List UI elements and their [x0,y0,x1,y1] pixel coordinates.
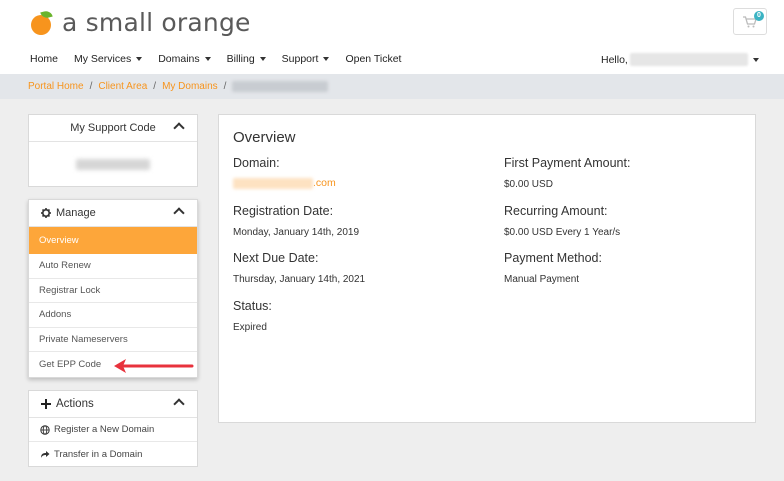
domain-label: Domain: [233,156,280,170]
main-nav: Home My Services Domains Billing Support… [30,53,417,65]
overview-title: Overview [233,129,296,146]
support-code-body [29,142,197,186]
nav-home[interactable]: Home [30,53,58,65]
actions-header[interactable]: Actions [29,391,197,418]
domain-value[interactable]: .com [233,177,336,189]
next-due-date-label: Next Due Date: [233,251,319,265]
caret-down-icon [323,57,330,61]
share-arrow-icon [40,449,50,459]
cart-button[interactable]: 0 [733,8,767,35]
orange-logo-icon [30,9,54,35]
caret-down-icon [136,57,143,61]
plus-icon [41,399,51,409]
nav-domains[interactable]: Domains [158,53,211,65]
breadcrumb: Portal Home / Client Area / My Domains / [0,74,784,99]
breadcrumb-separator: / [89,81,93,92]
action-register-domain[interactable]: Register a New Domain [29,418,197,442]
payment-method-label: Payment Method: [504,251,602,265]
chevron-up-icon[interactable] [173,398,185,410]
recurring-amount-value: $0.00 USD Every 1 Year/s [504,227,621,238]
first-payment-value: $0.00 USD [504,179,553,190]
registration-date-label: Registration Date: [233,204,334,218]
action-transfer-domain[interactable]: Transfer in a Domain [29,442,197,466]
caret-down-icon [259,57,266,61]
redacted-support-code [76,158,150,170]
nav-open-ticket[interactable]: Open Ticket [345,53,401,65]
manage-panel: Manage Overview Auto Renew Registrar Loc… [28,199,198,378]
overview-panel: Overview Domain: .com Registration Date:… [218,114,756,423]
action-transfer-domain-label: Transfer in a Domain [54,448,143,460]
breadcrumb-client-area[interactable]: Client Area [98,81,147,92]
actions-panel: Actions Register a New Domain Transfer i… [28,390,198,467]
first-payment-label: First Payment Amount: [504,156,631,170]
caret-down-icon [204,57,211,61]
support-code-panel: My Support Code [28,114,198,187]
next-due-date-value: Thursday, January 14th, 2021 [233,274,366,285]
domain-suffix: .com [313,177,336,189]
menu-private-nameservers[interactable]: Private Nameservers [29,328,197,352]
breadcrumb-portal-home[interactable]: Portal Home [28,81,84,92]
manage-header[interactable]: Manage [29,200,197,227]
payment-method-value: Manual Payment [504,274,580,285]
status-label: Status: [233,299,272,313]
nav-billing[interactable]: Billing [227,53,266,65]
support-code-header[interactable]: My Support Code [29,115,197,142]
menu-registrar-lock[interactable]: Registrar Lock [29,279,197,303]
action-register-domain-label: Register a New Domain [54,424,155,435]
chevron-up-icon[interactable] [173,207,185,219]
menu-auto-renew[interactable]: Auto Renew [29,254,197,279]
logo[interactable]: a small orange [30,8,251,37]
globe-icon [40,424,50,435]
logo-text: a small orange [62,8,251,37]
cart-count-badge: 0 [754,11,764,21]
actions-title: Actions [56,398,94,410]
menu-addons[interactable]: Addons [29,303,197,328]
breadcrumb-separator: / [223,81,227,92]
nav-support[interactable]: Support [282,53,330,65]
registration-date-value: Monday, January 14th, 2019 [233,227,360,238]
account-menu[interactable]: Hello, [601,53,759,66]
menu-overview[interactable]: Overview [29,227,197,254]
hello-label: Hello, [601,53,628,66]
breadcrumb-my-domains[interactable]: My Domains [162,81,218,92]
caret-down-icon [752,57,759,62]
manage-title: Manage [56,207,96,219]
gear-icon [41,208,51,218]
redacted-username [629,53,748,66]
nav-my-services[interactable]: My Services [74,53,143,65]
support-code-title: My Support Code [70,122,156,134]
recurring-amount-label: Recurring Amount: [504,204,608,218]
red-arrow-annotation [114,359,194,373]
header: a small orange 0 Home My Services Domain… [0,0,784,74]
breadcrumb-separator: / [153,81,157,92]
chevron-up-icon[interactable] [173,122,185,134]
breadcrumb-redacted-domain [232,81,329,92]
redacted-domain-name [233,177,313,189]
status-value: Expired [233,322,267,333]
